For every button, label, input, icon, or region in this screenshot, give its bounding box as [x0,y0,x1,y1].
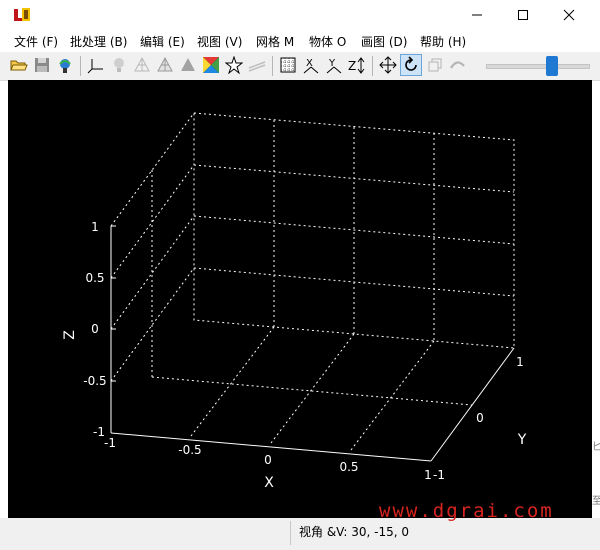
lines-icon[interactable] [246,54,268,76]
left-wall-line [110,112,195,227]
zoom-icon[interactable] [423,54,445,76]
menu-bar: 文件 (F) 批处理 (B) 编辑 (E) 视图 (V) 网格 M 物体 O 画… [0,30,600,52]
x-tick-label: -0.5 [178,443,201,457]
y-tick-label: 0 [476,411,484,425]
toolbar-separator [80,56,81,76]
wireframe-icon[interactable] [131,54,153,76]
y-axis-line [430,347,515,462]
x-tick-label: 0.5 [339,460,358,474]
y-tick-label: -1 [433,468,445,482]
plot-axes [110,225,515,462]
watermark-text: www.dgrai.com [379,500,554,522]
minimize-button[interactable] [454,0,500,30]
status-bar: 视角 &V: 30, -15, 0 [0,518,600,550]
plot-3d: 1 0.5 0 -0.5 -1 -1 -0.5 0 0.5 1 -1 0 1 Z… [62,112,527,491]
plot-grid [110,112,515,451]
grid-box-icon[interactable] [277,54,299,76]
axes-icon[interactable] [85,54,107,76]
maximize-button[interactable] [500,0,546,30]
z-axis-label: Z [62,330,78,340]
toolbar-separator [272,56,273,76]
floor-line [151,376,473,406]
right-edge-fragment: 至 [592,496,600,507]
x-tick-label: 0 [264,453,272,467]
app-logo-icon [14,7,32,23]
y-axis-icon[interactable]: Y [323,54,345,76]
x-axis-label: X [264,475,274,491]
menu-edit[interactable]: 编辑 (E) [140,33,185,50]
view-angle-status: 视角 &V: 30, -15, 0 [299,525,410,539]
status-divider [290,521,291,545]
y-tick-label: 1 [516,355,524,369]
zoom-slider-track[interactable] [486,64,590,69]
menu-batch[interactable]: 批处理 (B) [70,33,127,50]
close-icon [563,9,575,21]
x-tick-label: 1 [424,468,432,482]
minimize-icon [472,14,482,16]
title-bar [0,0,600,30]
z-tick-label: 1 [91,220,99,234]
menu-object[interactable]: 物体 O [309,33,346,50]
menu-draw[interactable]: 画图 (D) [361,33,407,50]
maximize-icon [518,10,528,20]
color-spectrum-icon[interactable] [200,54,222,76]
menu-mesh[interactable]: 网格 M [256,33,294,50]
x-tick-label: -1 [104,436,116,450]
left-wall-line [110,215,195,330]
mesh-icon[interactable] [154,54,176,76]
open-folder-icon[interactable] [8,54,30,76]
z-tick-label: 0 [91,322,99,336]
star-icon[interactable] [223,54,245,76]
plot-viewport[interactable]: 1 0.5 0 -0.5 -1 -1 -0.5 0 0.5 1 -1 0 1 Z… [8,80,592,518]
svg-text:Z: Z [348,59,356,73]
menu-help[interactable]: 帮助 (H) [420,33,466,50]
network-icon[interactable] [54,54,76,76]
zoom-slider-thumb[interactable] [546,56,558,76]
y-axis-label: Y [517,432,527,448]
back-wall-hline [193,215,515,245]
move-icon[interactable] [377,54,399,76]
solid-blob-icon[interactable] [177,54,199,76]
z-tick-label: -0.5 [83,374,106,388]
x-axis-icon[interactable]: X [300,54,322,76]
toolbar-separator [372,56,373,76]
save-icon[interactable] [31,54,53,76]
menu-file[interactable]: 文件 (F) [14,33,58,50]
undo-icon[interactable] [446,54,468,76]
right-edge-fragment: 匕 [592,442,600,453]
rotate-icon[interactable] [400,54,422,76]
floor-line [350,340,435,451]
light-bulb-icon[interactable] [108,54,130,76]
close-button[interactable] [546,0,592,30]
z-tick-label: 0.5 [85,271,104,285]
menu-view[interactable]: 视图 (V) [197,33,242,50]
left-wall-line [110,267,195,382]
z-axis-icon[interactable]: Z [346,54,368,76]
